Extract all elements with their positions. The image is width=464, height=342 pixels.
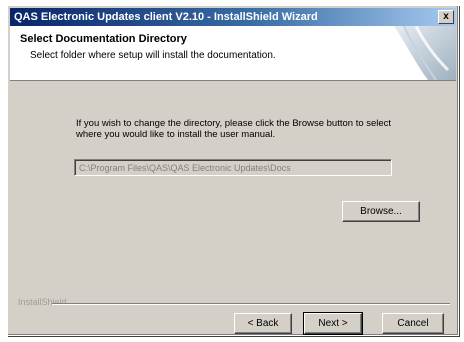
close-button[interactable]: x [438,10,454,24]
close-icon: x [443,11,449,22]
next-button[interactable]: Next > [303,312,363,335]
installer-window: QAS Electronic Updates client V2.10 - In… [7,5,459,336]
cancel-button[interactable]: Cancel [382,313,444,334]
page-title: Select Documentation Directory [20,33,187,45]
window-title: QAS Electronic Updates client V2.10 - In… [14,11,318,23]
back-button[interactable]: < Back [234,313,292,334]
browse-button[interactable]: Browse... [342,201,420,222]
title-bar[interactable]: QAS Electronic Updates client V2.10 - In… [10,8,456,26]
instructions-text: If you wish to change the directory, ple… [76,118,392,140]
footer-divider [52,303,450,305]
install-path-field[interactable] [74,159,392,176]
page-subtitle: Select folder where setup will install t… [30,50,276,61]
installshield-brand: InstallShield [18,297,67,307]
header-panel: Select Documentation Directory Select fo… [10,26,456,81]
installer-graphic-icon [394,26,456,80]
